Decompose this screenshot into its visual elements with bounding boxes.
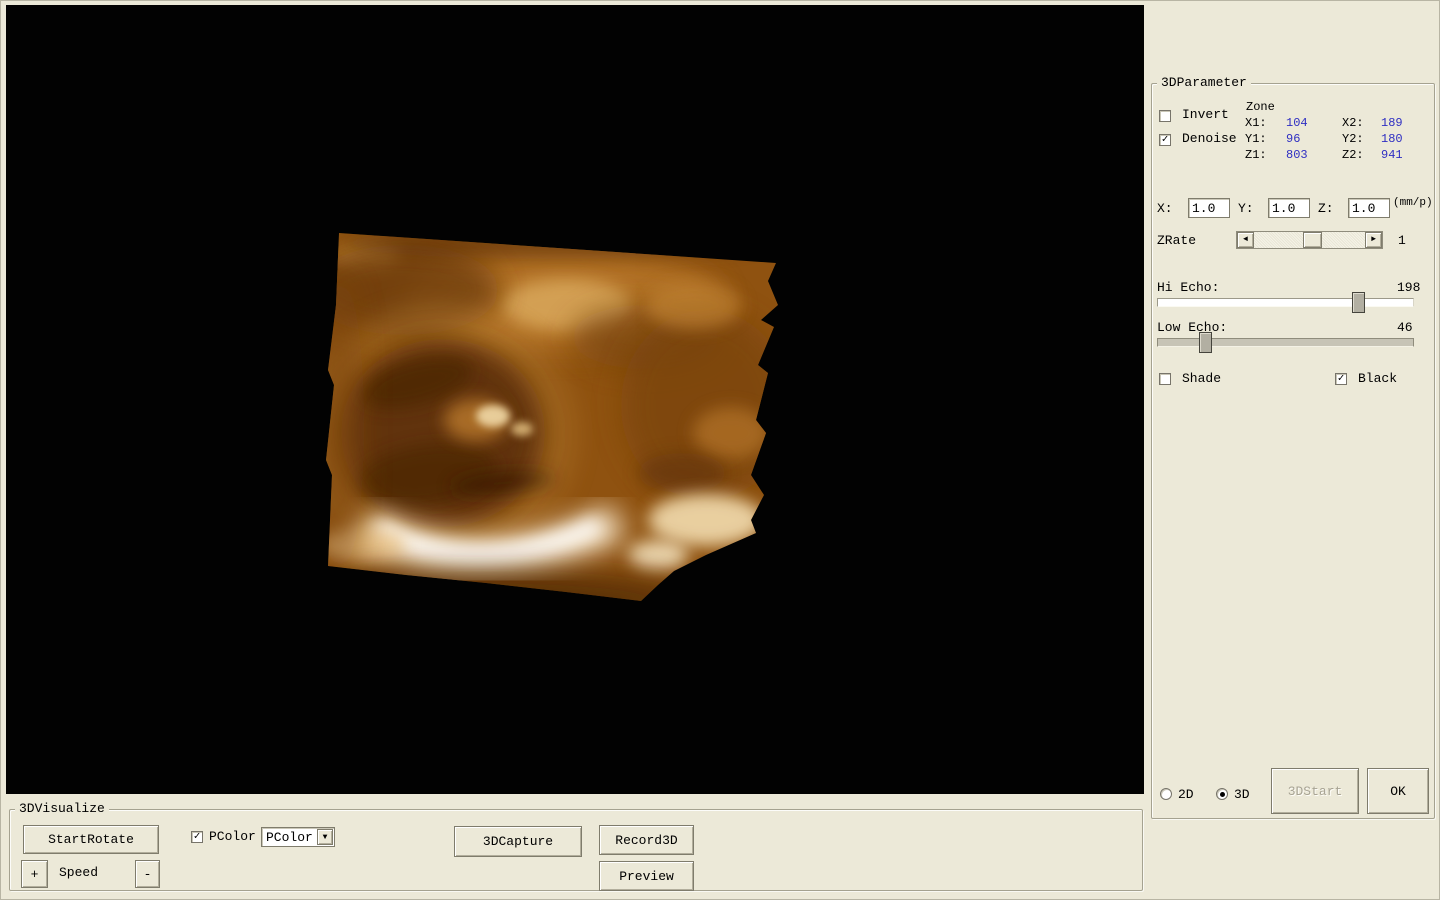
start-rotate-button[interactable]: StartRotate (23, 825, 159, 854)
zone-x1-label: X1: (1245, 116, 1267, 130)
mode-3d-radio[interactable] (1216, 788, 1228, 800)
speed-plus-button[interactable]: + (21, 860, 48, 888)
zone-z1-label: Z1: (1245, 148, 1267, 162)
denoise-checkbox[interactable] (1159, 134, 1171, 146)
zrate-value: 1 (1398, 233, 1406, 248)
zone-x1-value: 104 (1286, 116, 1308, 130)
zone-z2-label: Z2: (1342, 148, 1364, 162)
preview-button[interactable]: Preview (599, 861, 694, 891)
ok-button[interactable]: OK (1367, 768, 1429, 814)
zone-y2-value: 180 (1381, 132, 1403, 146)
zrate-left-arrow-icon[interactable]: ◄ (1237, 232, 1254, 248)
visualize-panel-title: 3DVisualize (15, 801, 109, 817)
black-label: Black (1358, 371, 1398, 386)
zone-x2-value: 189 (1381, 116, 1403, 130)
scale-unit-label: (mm/p) (1393, 197, 1433, 209)
shade-label: Shade (1182, 371, 1222, 386)
zrate-scrollbar-thumb[interactable] (1303, 232, 1322, 248)
zone-z2-value: 941 (1381, 148, 1403, 162)
speed-minus-button[interactable]: - (135, 860, 160, 888)
record-3d-button[interactable]: Record3D (599, 825, 694, 855)
ultrasound-volume-render (6, 5, 1144, 794)
zone-z1-value: 803 (1286, 148, 1308, 162)
low-echo-slider-track[interactable] (1157, 338, 1414, 347)
start3d-button[interactable]: 3DStart (1271, 768, 1359, 814)
black-checkbox[interactable] (1335, 373, 1347, 385)
render-viewport[interactable] (6, 5, 1144, 794)
scale-y-label: Y: (1238, 201, 1254, 216)
hi-echo-label: Hi Echo: (1157, 280, 1220, 295)
hi-echo-slider-thumb[interactable] (1352, 292, 1365, 313)
capture-3d-button[interactable]: 3DCapture (454, 826, 582, 857)
mode-2d-label: 2D (1178, 787, 1194, 802)
low-echo-slider-thumb[interactable] (1199, 332, 1212, 353)
zrate-right-arrow-icon[interactable]: ► (1365, 232, 1382, 248)
low-echo-label: Low Echo: (1157, 320, 1228, 335)
scale-x-label: X: (1157, 201, 1173, 216)
zone-y2-label: Y2: (1342, 132, 1364, 146)
scale-z-label: Z: (1318, 201, 1334, 216)
pcolor-label: PColor (209, 829, 256, 844)
hi-echo-slider-track[interactable] (1157, 298, 1414, 307)
denoise-label: Denoise (1182, 131, 1237, 146)
shade-checkbox[interactable] (1159, 373, 1171, 385)
zone-label: Zone (1246, 100, 1275, 114)
hi-echo-value: 198 (1397, 280, 1421, 295)
visualize-panel: 3DVisualize StartRotate PColor PColor ▼ … (9, 801, 1143, 891)
mode-3d-label: 3D (1234, 787, 1250, 802)
zrate-label: ZRate (1157, 233, 1197, 248)
parameter-panel: 3DParameter Invert Denoise Zone X1: 104 … (1151, 75, 1435, 819)
pcolor-dropdown-value: PColor (266, 830, 313, 845)
zone-y1-value: 96 (1286, 132, 1301, 146)
mode-2d-radio[interactable] (1160, 788, 1172, 800)
zrate-scrollbar[interactable]: ◄ ► (1236, 231, 1383, 249)
pcolor-checkbox[interactable] (191, 831, 203, 843)
zone-x2-label: X2: (1342, 116, 1364, 130)
invert-checkbox[interactable] (1159, 110, 1171, 122)
app-window: 3DParameter Invert Denoise Zone X1: 104 … (0, 0, 1440, 900)
scale-z-input[interactable] (1348, 198, 1390, 218)
scale-x-input[interactable] (1188, 198, 1230, 218)
pcolor-dropdown[interactable]: PColor ▼ (261, 827, 335, 847)
pcolor-dropdown-arrow-icon[interactable]: ▼ (317, 829, 333, 845)
speed-label: Speed (59, 865, 99, 880)
scale-y-input[interactable] (1268, 198, 1310, 218)
low-echo-value: 46 (1397, 320, 1413, 335)
zone-y1-label: Y1: (1245, 132, 1267, 146)
parameter-panel-title: 3DParameter (1157, 75, 1251, 91)
invert-label: Invert (1182, 107, 1229, 122)
